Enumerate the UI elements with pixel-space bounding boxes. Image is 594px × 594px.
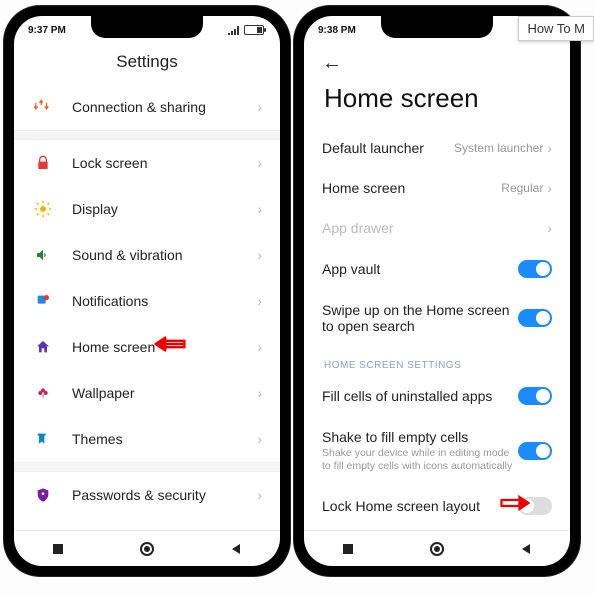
setting-shake_fill[interactable]: Shake to fill empty cells Shake your devi… — [304, 417, 570, 485]
settings-item-wallpaper[interactable]: Wallpaper› — [14, 370, 280, 416]
chevron-right-icon: › — [257, 201, 262, 217]
notch — [91, 16, 203, 38]
chevron-right-icon: › — [547, 140, 552, 156]
chevron-right-icon: › — [257, 293, 262, 309]
page-title: Home screen — [304, 77, 570, 128]
setting-label: Lock Home screen layout — [322, 498, 518, 514]
setting-label: Shake to fill empty cells — [322, 429, 518, 445]
chevron-right-icon: › — [257, 487, 262, 503]
status-time: 9:37 PM — [28, 25, 66, 36]
nav-recents[interactable] — [50, 541, 66, 557]
chevron-right-icon: › — [257, 431, 262, 447]
settings-item-label: Notifications — [72, 293, 257, 309]
nav-bar — [14, 530, 280, 566]
settings-item-label: Sound & vibration — [72, 247, 257, 263]
nav-home[interactable] — [139, 541, 155, 557]
settings-item-themes[interactable]: Themes› — [14, 416, 280, 462]
chevron-right-icon: › — [257, 247, 262, 263]
overlay-tooltip: How To M — [518, 16, 594, 41]
toggle-lock_layout[interactable] — [518, 497, 552, 515]
nav-back[interactable] — [518, 541, 534, 557]
homescreen-list: Default launcherSystem launcher›Home scr… — [304, 128, 570, 530]
toggle-app_vault[interactable] — [518, 260, 552, 278]
settings-item-label: Themes — [72, 431, 257, 447]
back-button[interactable]: ← — [322, 52, 342, 75]
phone-right: 9:38 PM ← Home screen Default launcherSy… — [294, 6, 580, 576]
home-icon — [32, 336, 54, 358]
setting-label: Home screen — [322, 180, 501, 196]
settings-item-label: Home screen — [72, 339, 257, 355]
setting-label: App drawer — [322, 220, 547, 236]
chevron-right-icon: › — [257, 99, 262, 115]
settings-item-lock[interactable]: Lock screen› — [14, 140, 280, 186]
settings-list: Connection & sharing›Lock screen›Display… — [14, 84, 280, 530]
chevron-right-icon: › — [547, 220, 552, 236]
setting-home_screen_mode[interactable]: Home screenRegular › — [304, 168, 570, 208]
settings-item-connection[interactable]: Connection & sharing› — [14, 84, 280, 130]
sun-icon — [32, 198, 54, 220]
settings-item-display[interactable]: Display› — [14, 186, 280, 232]
nav-bar — [304, 530, 570, 566]
setting-label: Swipe up on the Home screen to open sear… — [322, 302, 518, 334]
signal-icon — [228, 25, 240, 35]
settings-item-label: Wallpaper — [72, 385, 257, 401]
chevron-right-icon: › — [257, 155, 262, 171]
setting-lock_layout[interactable]: Lock Home screen layout — [304, 485, 570, 527]
chevron-right-icon: › — [547, 180, 552, 196]
battery-icon — [244, 25, 264, 35]
settings-item-home[interactable]: Home screen› — [14, 324, 280, 370]
page-title: Settings — [14, 44, 280, 84]
shield-icon — [32, 484, 54, 506]
phone-left: 9:37 PM Settings Connection & sharing›Lo… — [4, 6, 290, 576]
notch — [381, 16, 493, 38]
brush-icon — [32, 428, 54, 450]
settings-item-label: Passwords & security — [72, 487, 257, 503]
setting-icon_size[interactable]: Icon size› — [304, 527, 570, 530]
nav-recents[interactable] — [340, 541, 356, 557]
setting-app_vault[interactable]: App vault — [304, 248, 570, 290]
share-icon — [32, 96, 54, 118]
settings-item-notif[interactable]: Notifications› — [14, 278, 280, 324]
settings-item-sound[interactable]: Sound & vibration› — [14, 232, 280, 278]
toggle-fill_cells[interactable] — [518, 387, 552, 405]
setting-label: Fill cells of uninstalled apps — [322, 388, 518, 404]
chevron-right-icon: › — [257, 339, 262, 355]
setting-label: App vault — [322, 261, 518, 277]
setting-default_launcher[interactable]: Default launcherSystem launcher › — [304, 128, 570, 168]
setting-label: Default launcher — [322, 140, 454, 156]
setting-fill_cells[interactable]: Fill cells of uninstalled apps — [304, 375, 570, 417]
section-header: HOME SCREEN SETTINGS — [304, 346, 570, 375]
settings-item-label: Lock screen — [72, 155, 257, 171]
settings-item-label: Display — [72, 201, 257, 217]
flower-icon — [32, 382, 54, 404]
settings-item-privacy[interactable]: Privacy protection› — [14, 518, 280, 530]
nav-back[interactable] — [228, 541, 244, 557]
setting-app_drawer: App drawer› — [304, 208, 570, 248]
setting-value: Regular — [501, 181, 543, 195]
nav-home[interactable] — [429, 541, 445, 557]
toggle-swipe_search[interactable] — [518, 309, 552, 327]
setting-value: System launcher — [454, 141, 543, 155]
chevron-right-icon: › — [257, 385, 262, 401]
sound-icon — [32, 244, 54, 266]
lock-icon — [32, 152, 54, 174]
setting-sublabel: Shake your device while in editing mode … — [322, 447, 518, 473]
status-time: 9:38 PM — [318, 25, 356, 36]
toggle-shake_fill[interactable] — [518, 442, 552, 460]
setting-swipe_search[interactable]: Swipe up on the Home screen to open sear… — [304, 290, 570, 346]
notif-icon — [32, 290, 54, 312]
settings-item-label: Connection & sharing — [72, 99, 257, 115]
settings-item-passwords[interactable]: Passwords & security› — [14, 472, 280, 518]
